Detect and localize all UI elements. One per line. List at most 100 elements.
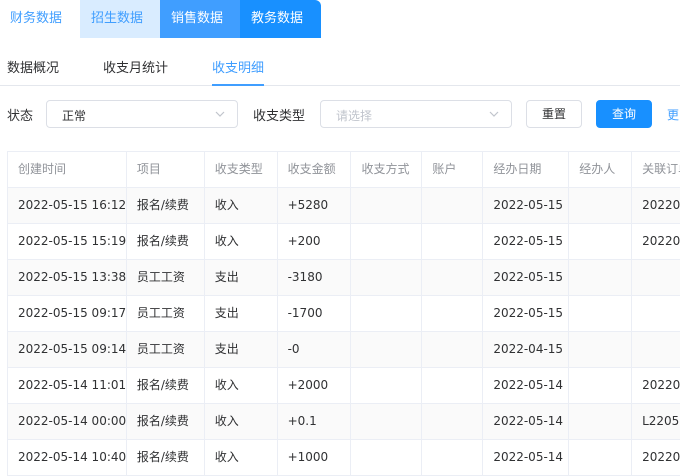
status-select[interactable]: 正常 <box>46 100 238 128</box>
table-cell <box>632 260 680 295</box>
table-row[interactable]: 2022-05-15 15:19 报名/续费 收入 +200 2022-05-15 202… <box>8 224 680 260</box>
table-row[interactable]: 2022-05-15 09:14 员工工资 支出 -0 2022-04-15 <box>8 332 680 368</box>
tab-academic-data[interactable]: 教务数据 <box>240 0 321 38</box>
table-cell: 2022-05-14 10:40 <box>8 440 127 475</box>
tab-data-overview[interactable]: 数据概况 <box>7 57 59 85</box>
table-cell: 2022-05-15 13:38 <box>8 260 127 295</box>
table-cell: 报名/续费 <box>127 404 205 439</box>
table-header-row: 创建时间 项目 收支类型 收支金额 收支方式 账户 经办日期 经办人 关联订单 <box>8 152 680 188</box>
table-cell: +5280 <box>278 188 352 223</box>
table-cell: 收入 <box>205 440 278 475</box>
table-cell <box>351 368 423 403</box>
tab-finance-data[interactable]: 财务数据 <box>0 0 80 38</box>
table-cell: -3180 <box>278 260 352 295</box>
reset-button[interactable]: 重置 <box>526 100 582 128</box>
table-row[interactable]: 2022-05-15 16:12 报名/续费 收入 +5280 2022-05-15 20… <box>8 188 680 224</box>
table-cell: 202205 <box>632 368 680 403</box>
table-cell: 2022-05-14 <box>483 368 570 403</box>
table-cell <box>422 224 484 259</box>
column-header: 经办人 <box>569 152 633 187</box>
table-cell: 2022-05-14 11:01 <box>8 368 127 403</box>
table-cell: 员工工资 <box>127 296 205 331</box>
table-cell <box>569 224 633 259</box>
table-cell: 2022-05-14 00:00 <box>8 404 127 439</box>
chevron-down-icon <box>489 111 499 117</box>
column-header: 关联订单 <box>632 152 680 187</box>
table-cell: 202205 <box>632 440 680 475</box>
type-label: 收支类型 <box>253 109 306 124</box>
more-link[interactable]: 更 <box>667 106 679 123</box>
table-cell: +2000 <box>278 368 352 403</box>
table-row[interactable]: 2022-05-14 11:01 报名/续费 收入 +2000 2022-05-14 20… <box>8 368 680 404</box>
column-header: 创建时间 <box>8 152 127 187</box>
table-cell: 2022-05-15 <box>483 224 570 259</box>
tab-enrollment-data[interactable]: 招生数据 <box>80 0 160 38</box>
filter-bar: 状态 正常 收支类型 请选择 重置 查询 更 <box>0 100 680 128</box>
table-cell <box>422 296 484 331</box>
table-cell: 2022-05-15 09:17 <box>8 296 127 331</box>
table-row[interactable]: 2022-05-14 00:00 报名/续费 收入 +0.1 2022-05-14 L22… <box>8 404 680 440</box>
table-cell: 2022-05-15 09:14 <box>8 332 127 367</box>
query-button[interactable]: 查询 <box>596 100 652 128</box>
column-header: 账户 <box>422 152 484 187</box>
table-cell: 报名/续费 <box>127 440 205 475</box>
table-cell: 2022-05-15 16:12 <box>8 188 127 223</box>
table-cell: 员工工资 <box>127 332 205 367</box>
table-cell: 支出 <box>205 260 278 295</box>
table-cell <box>422 260 484 295</box>
table-cell: 收入 <box>205 188 278 223</box>
table-cell <box>351 440 423 475</box>
table-cell <box>569 440 633 475</box>
tab-monthly-stats[interactable]: 收支月统计 <box>103 57 168 85</box>
table-cell <box>569 296 633 331</box>
table-cell: -0 <box>278 332 352 367</box>
sub-tab-bar: 数据概况 收支月统计 收支明细 <box>0 52 680 86</box>
table-cell <box>351 404 423 439</box>
tab-sales-data[interactable]: 销售数据 <box>160 0 240 38</box>
table-cell: 202205 <box>632 224 680 259</box>
column-header: 收支金额 <box>278 152 352 187</box>
type-select-placeholder: 请选择 <box>336 109 373 123</box>
table-cell: 收入 <box>205 224 278 259</box>
table-row[interactable]: 2022-05-15 09:17 员工工资 支出 -1700 2022-05-15 <box>8 296 680 332</box>
table-cell <box>422 440 484 475</box>
table-cell <box>422 368 484 403</box>
table-cell: 2022-05-15 15:19 <box>8 224 127 259</box>
table-cell <box>351 224 423 259</box>
table-cell: 收入 <box>205 404 278 439</box>
table-cell <box>632 332 680 367</box>
type-select[interactable]: 请选择 <box>320 100 512 128</box>
table-cell <box>351 260 423 295</box>
income-expense-table: 创建时间 项目 收支类型 收支金额 收支方式 账户 经办日期 经办人 关联订单 … <box>7 151 680 476</box>
table-cell <box>569 188 633 223</box>
tab-income-expense-detail[interactable]: 收支明细 <box>212 57 265 86</box>
table-cell: 报名/续费 <box>127 188 205 223</box>
table-cell: 2022-05-15 <box>483 260 570 295</box>
table-cell <box>422 188 484 223</box>
table-row[interactable]: 2022-05-15 13:38 员工工资 支出 -3180 2022-05-15 <box>8 260 680 296</box>
table-cell <box>351 188 423 223</box>
table-cell <box>351 296 423 331</box>
table-cell <box>632 296 680 331</box>
table-cell: 2022-05-15 <box>483 296 570 331</box>
table-cell <box>351 332 423 367</box>
chevron-down-icon <box>215 111 225 117</box>
table-cell: L220514 <box>632 404 680 439</box>
table-cell: +0.1 <box>278 404 352 439</box>
table-cell <box>422 404 484 439</box>
table-cell <box>569 404 633 439</box>
status-label: 状态 <box>7 109 34 124</box>
table-row[interactable]: 2022-05-14 10:40 报名/续费 收入 +1000 2022-05-14 20… <box>8 440 680 476</box>
table-cell <box>569 368 633 403</box>
table-cell: 2022-05-15 <box>483 188 570 223</box>
table-cell: 2022-04-15 <box>483 332 570 367</box>
table-cell: 202205 <box>632 188 680 223</box>
table-cell: 报名/续费 <box>127 368 205 403</box>
table-cell: 员工工资 <box>127 260 205 295</box>
table-cell: -1700 <box>278 296 352 331</box>
table-cell <box>422 332 484 367</box>
status-select-value: 正常 <box>62 109 87 123</box>
table-cell: +1000 <box>278 440 352 475</box>
table-cell: 支出 <box>205 332 278 367</box>
column-header: 收支类型 <box>205 152 278 187</box>
